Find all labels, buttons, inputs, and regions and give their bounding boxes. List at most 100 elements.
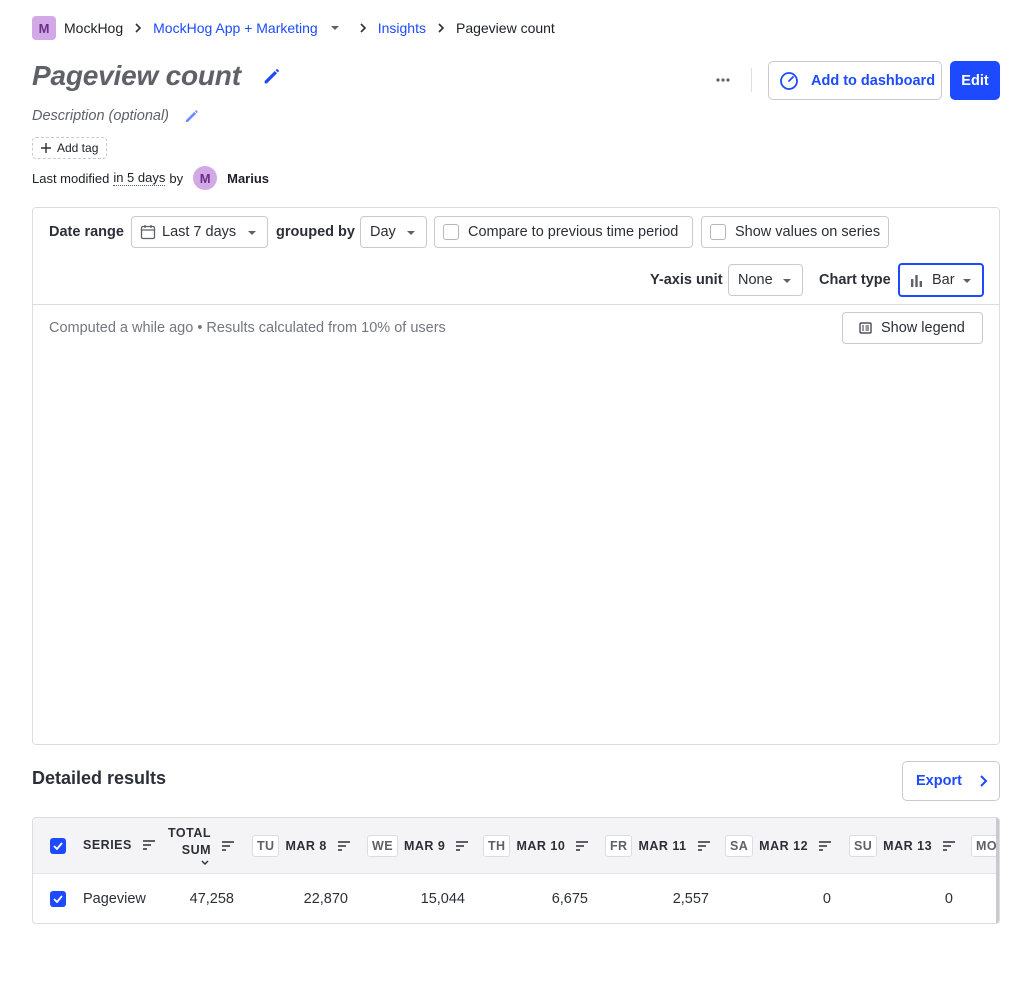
date-range-value: Last 7 days [162,224,237,240]
table-row: Pageview 47,258 22,870 15,044 6,675 2,55… [33,875,999,923]
description-row: Description (optional) [32,107,201,125]
calendar-icon [140,225,156,240]
caret-down-icon [783,279,791,283]
add-tag-button[interactable]: Add tag [32,137,108,159]
column-day-0-date: MAR 8 [285,839,327,853]
compare-label: Compare to previous time period [468,224,679,240]
page-title[interactable]: Pageview count [32,60,241,92]
column-day-2[interactable]: TH MAR 10 [483,835,589,857]
column-day-0[interactable]: TU MAR 8 [252,835,351,857]
edit-button[interactable]: Edit [950,61,1000,100]
row-value-day-1: 15,044 [420,891,465,907]
add-to-dashboard-label: Add to dashboard [811,72,936,89]
column-series[interactable]: SERIES [83,838,156,852]
org-avatar[interactable]: M [32,16,56,40]
breadcrumb: M MockHog MockHog App + Marketing Insigh… [32,16,555,40]
description-placeholder[interactable]: Description (optional) [32,108,169,124]
column-total[interactable]: TOTAL SUM [168,820,235,872]
select-all-checkbox[interactable] [50,838,66,854]
gauge-icon [780,71,798,90]
sort-icon [142,840,155,850]
computed-status: Computed a while ago • Results calculate… [49,320,446,336]
compare-toggle[interactable]: Compare to previous time period [434,216,693,248]
sort-icon [697,841,710,851]
pencil-icon[interactable] [183,107,201,125]
modified-time: in 5 days [113,170,166,186]
pencil-icon[interactable] [261,65,283,87]
show-legend-label: Show legend [881,320,965,336]
more-button[interactable] [710,68,736,92]
last-modified: Last modified in 5 days by M Marius [32,166,269,190]
show-values-label: Show values on series [735,224,881,240]
interval-select[interactable]: Day [360,216,427,248]
ellipsis-icon [716,78,730,82]
row-total: 47,258 [189,891,234,907]
y-axis-unit-value: None [738,272,773,288]
column-day-0-dow: TU [252,835,280,857]
chevron-right-icon [135,23,142,33]
row-value-day-2: 6,675 [551,891,588,907]
breadcrumb-project[interactable]: MockHog App + Marketing [153,20,318,36]
column-total-line2: SUM [181,843,212,857]
y-axis-unit-label: Y-axis unit [650,272,723,288]
date-range-label: Date range [49,224,124,240]
avatar: M [193,166,218,190]
chart-type-label: Chart type [819,272,891,288]
show-values-toggle[interactable]: Show values on series [701,216,889,248]
row-series: Pageview [83,891,146,907]
date-range-select[interactable]: Last 7 days [131,216,268,248]
column-day-1[interactable]: WE MAR 9 [367,835,469,857]
caret-down-icon[interactable] [330,23,340,33]
row-value-day-5: 0 [944,891,953,907]
column-day-3[interactable]: FR MAR 11 [605,835,711,857]
title-row: Pageview count [32,60,283,92]
horizontal-scroll-edge[interactable] [996,818,999,923]
plus-icon [41,143,51,153]
caret-down-icon [248,231,256,235]
sort-icon [456,841,469,851]
chevron-down-icon [201,860,209,865]
row-value-day-4: 0 [822,891,831,907]
legend-icon [859,322,872,334]
chart-type-select[interactable]: Bar [898,263,984,297]
column-day-5[interactable]: SU MAR 13 [849,835,956,857]
caret-down-icon [963,279,971,283]
show-legend-button[interactable]: Show legend [842,312,983,344]
column-day-4-dow: SA [725,835,754,857]
add-tag-label: Add tag [57,141,99,155]
column-day-4[interactable]: SA MAR 12 [725,835,832,857]
export-button[interactable]: Export [902,761,1000,801]
modified-user-name: Marius [227,170,270,186]
chart-area [33,358,999,743]
interval-value: Day [370,224,396,240]
sort-icon [576,841,589,851]
add-to-dashboard-button[interactable]: Add to dashboard [768,61,942,100]
chart-type-value: Bar [932,272,955,288]
column-total-line1: TOTAL [168,826,212,840]
export-label: Export [916,773,962,789]
column-series-label: SERIES [83,838,132,852]
sort-icon [819,841,832,851]
compare-checkbox[interactable] [443,224,459,240]
chevron-right-icon [360,23,366,33]
breadcrumb-insights[interactable]: Insights [378,20,426,36]
breadcrumb-current: Pageview count [455,20,555,36]
sort-icon [222,841,235,851]
column-day-3-date: MAR 11 [638,839,687,853]
check-icon [53,842,63,850]
row-checkbox[interactable] [50,891,66,907]
bar-chart-icon [911,274,922,287]
sort-icon [943,841,956,851]
column-day-5-dow: SU [849,835,878,857]
show-values-checkbox[interactable] [710,224,726,240]
grouped-by-label: grouped by [276,224,355,240]
column-day-2-dow: TH [483,835,511,857]
breadcrumb-org[interactable]: MockHog [64,20,123,36]
y-axis-unit-select[interactable]: None [728,264,803,296]
insight-controls: Date range Last 7 days grouped by Day Co… [33,208,999,305]
insight-card: Date range Last 7 days grouped by Day Co… [32,207,1000,745]
column-day-2-date: MAR 10 [516,839,566,853]
sort-icon [337,841,350,851]
column-day-1-dow: WE [367,835,398,857]
row-value-day-0: 22,870 [303,891,348,907]
